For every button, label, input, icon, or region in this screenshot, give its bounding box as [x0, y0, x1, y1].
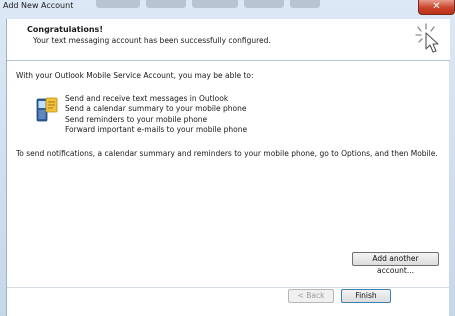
add-new-account-window: Add New Account ✕ Congratulations! Your … [0, 0, 455, 316]
window-title: Add New Account [3, 1, 74, 10]
list-item: Send reminders to your mobile phone [65, 114, 208, 124]
background-toolbar-item [244, 0, 284, 8]
intro-text: With your Outlook Mobile Service Account… [16, 71, 254, 80]
list-item: Send a calendar summary to your mobile p… [65, 104, 247, 114]
feature-list: Send and receive text messages in Outloo… [65, 94, 247, 135]
header-divider [7, 60, 450, 61]
title-bar: Add New Account ✕ [0, 0, 455, 15]
options-note: To send notifications, a calendar summar… [16, 149, 438, 158]
close-button[interactable]: ✕ [418, 0, 455, 15]
background-toolbar-item [96, 0, 140, 8]
list-item: Send and receive text messages in Outloo… [65, 94, 229, 103]
wizard-header: Congratulations! Your text messaging acc… [7, 19, 450, 60]
header-title: Congratulations! [27, 25, 103, 34]
background-toolbar-item [146, 0, 186, 8]
footer-divider [7, 287, 450, 288]
background-toolbar-item [192, 0, 238, 8]
close-icon: ✕ [432, 1, 441, 12]
add-another-account-button[interactable]: Add another account... [352, 252, 439, 275]
mobile-phone-icon [36, 97, 58, 122]
back-button[interactable]: < Back [288, 289, 334, 303]
background-toolbar-item [290, 0, 320, 8]
header-subtitle: Your text messaging account has been suc… [33, 36, 271, 45]
wizard-page: Congratulations! Your text messaging acc… [6, 19, 450, 316]
wizard-cursor-icon [415, 23, 439, 53]
finish-button[interactable]: Finish [341, 289, 391, 303]
list-item: Forward important e-mails to your mobile… [65, 124, 248, 134]
